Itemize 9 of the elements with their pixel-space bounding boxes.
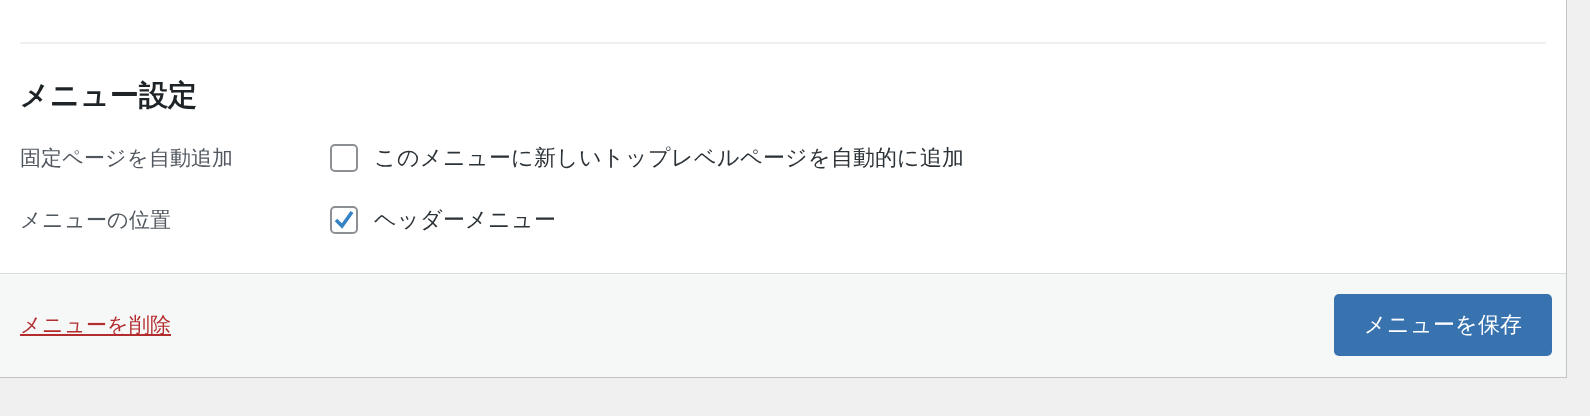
- checkbox-label: ヘッダーメニュー: [374, 205, 556, 234]
- setting-label: メニューの位置: [20, 206, 172, 234]
- checkbox[interactable]: [330, 143, 358, 172]
- setting-label: 固定ページを自動追加: [20, 144, 234, 172]
- delete-menu-link[interactable]: メニューを削除: [20, 311, 171, 340]
- section-heading: メニュー設定: [20, 77, 198, 114]
- save-menu-button[interactable]: メニューを保存: [1334, 294, 1552, 357]
- checkbox[interactable]: [330, 205, 358, 234]
- checkbox-label: このメニューに新しいトップレベルページを自動的に追加: [374, 143, 964, 172]
